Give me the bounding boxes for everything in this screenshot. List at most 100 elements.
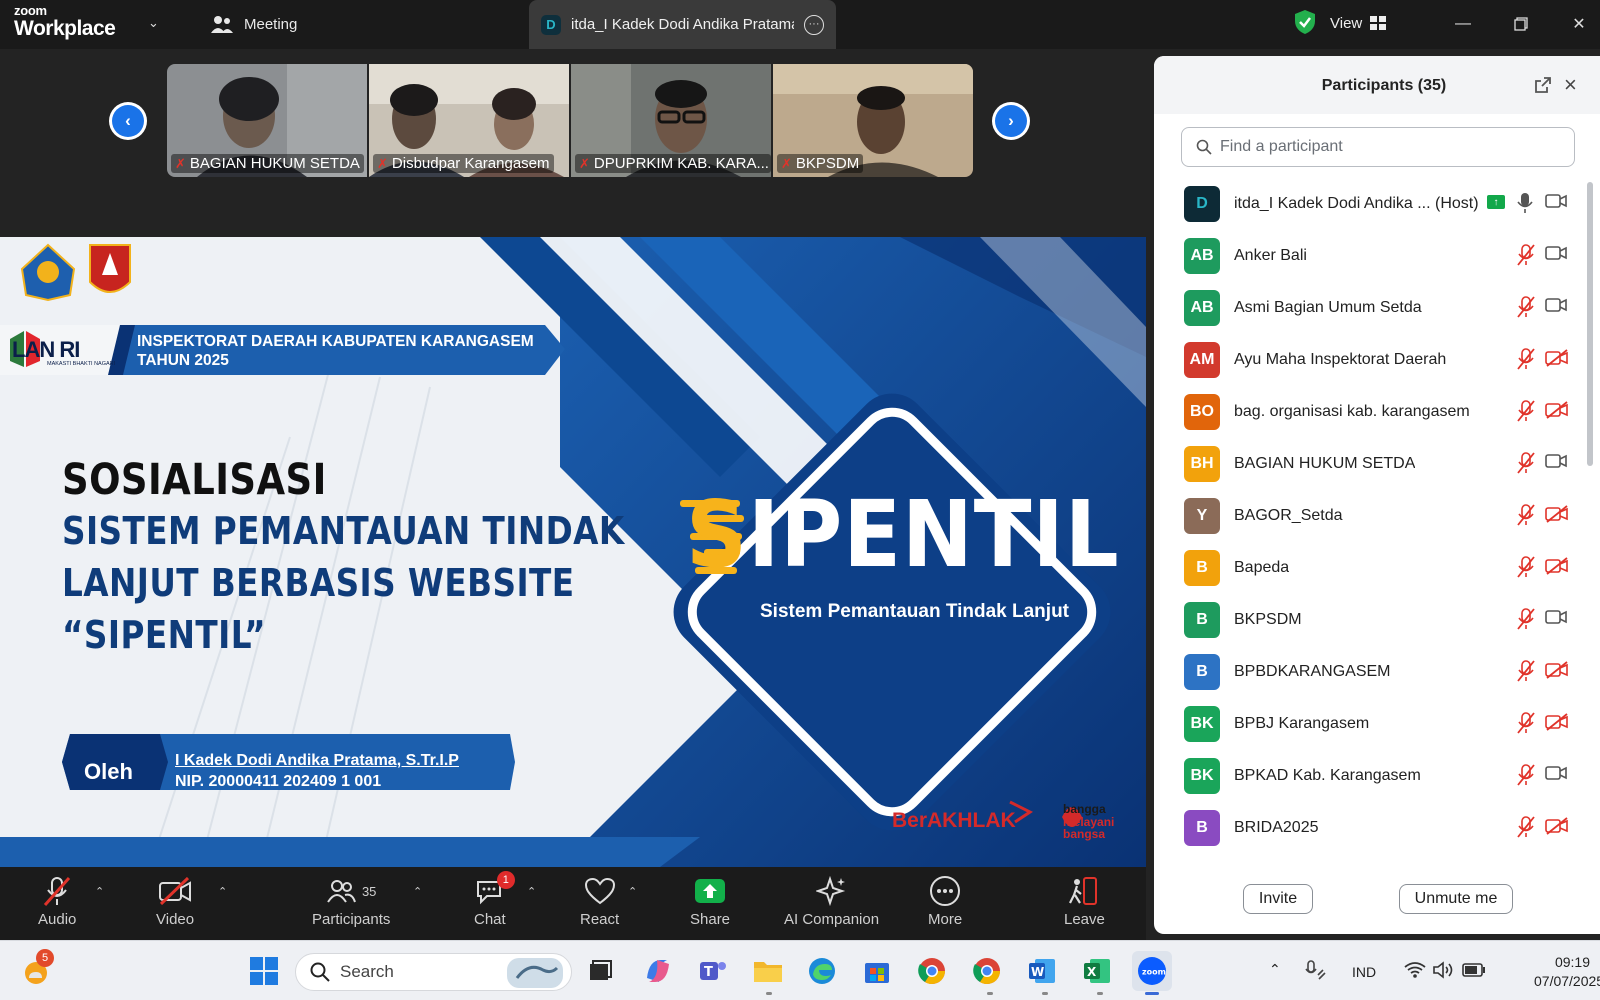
share-button[interactable]: Share [690,875,730,928]
wifi-icon[interactable] [1404,961,1426,979]
participant-row[interactable]: BK BPKAD Kab. Karangasem [1154,750,1584,802]
video-off-icon[interactable] [1545,817,1569,840]
input-language[interactable]: IND [1352,964,1376,980]
start-button[interactable] [244,951,284,991]
participant-row[interactable]: B Bapeda [1154,542,1584,594]
video-icon[interactable] [1545,297,1567,318]
tray-chevron-up-icon[interactable]: ⌃ [1269,961,1281,978]
mic-muted-icon[interactable] [1517,400,1535,427]
weather-widget[interactable]: 5 [16,949,56,991]
mic-muted-icon[interactable] [1517,660,1535,687]
mic-icon[interactable] [1517,192,1533,219]
mic-muted-icon[interactable] [1517,348,1535,375]
participants-button[interactable]: 35 Participants [312,875,390,928]
participant-row[interactable]: BO bag. organisasi kab. karangasem [1154,386,1584,438]
video-off-icon[interactable] [1545,401,1569,424]
edge-app[interactable] [802,951,842,991]
video-icon[interactable] [1545,609,1567,630]
taskbar-search-input[interactable] [340,962,490,982]
close-window-icon[interactable]: ✕ [1564,9,1594,39]
view-button[interactable]: View [1330,10,1387,36]
mic-muted-icon[interactable] [1517,504,1535,531]
chat-options-chevron-icon[interactable]: ⌃ [527,885,536,898]
participant-search-input[interactable] [1220,138,1550,156]
chrome-app-2[interactable] [967,951,1007,991]
mic-muted-icon[interactable] [1517,816,1535,843]
participant-row[interactable]: BH BAGIAN HUKUM SETDA [1154,438,1584,490]
participant-row[interactable]: B BPBDKARANGASEM [1154,646,1584,698]
system-clock[interactable]: 09:19 07/07/2025 [1534,953,1600,991]
video-off-icon[interactable] [1545,557,1569,580]
volume-icon[interactable] [1432,961,1454,979]
unmute-me-button[interactable]: Unmute me [1399,884,1513,914]
avatar: BK [1184,758,1220,794]
shield-check-icon[interactable] [1294,9,1316,35]
participant-row[interactable]: AM Ayu Maha Inspektorat Daerah [1154,334,1584,386]
participant-row[interactable]: B BKPSDM [1154,594,1584,646]
video-icon[interactable] [1545,193,1567,214]
mic-muted-icon[interactable] [1517,296,1535,323]
more-options-icon[interactable]: ··· [804,14,824,35]
excel-app[interactable]: X [1077,951,1117,991]
react-options-chevron-icon[interactable]: ⌃ [628,885,637,898]
chat-button[interactable]: 1 Chat [474,871,515,928]
chevron-down-icon[interactable]: ⌄ [148,15,159,31]
word-app[interactable]: W [1022,951,1062,991]
video-off-icon[interactable] [1545,349,1569,372]
mic-in-use-icon[interactable] [1304,959,1328,981]
more-button[interactable]: More [928,875,962,928]
video-tile[interactable]: ✗ DPUPRKIM KAB. KARA... [571,64,771,177]
participant-row[interactable]: Ditda_I Kadek Dodi Andika ... (Host) ↑ [1154,178,1584,230]
video-off-icon[interactable] [1545,713,1569,736]
zoom-app[interactable]: zoom [1132,951,1172,991]
video-options-chevron-icon[interactable]: ⌃ [218,885,227,898]
mic-muted-icon[interactable] [1517,452,1535,479]
ai-companion-button[interactable]: AI Companion [784,875,879,928]
participant-row[interactable]: AB Anker Bali [1154,230,1584,282]
video-tile[interactable]: ✗ Disbudpar Karangasem [369,64,569,177]
tab-meeting[interactable]: Meeting [210,13,297,35]
audio-button[interactable]: Audio [38,875,76,928]
zoom-workplace-logo[interactable]: zoom Workplace [14,4,116,39]
prev-page-button[interactable]: ‹ [109,102,147,140]
store-app[interactable] [857,951,897,991]
pop-out-icon[interactable] [1534,76,1552,94]
participant-row[interactable]: BK BPBJ Karangasem [1154,698,1584,750]
next-page-button[interactable]: › [992,102,1030,140]
video-icon[interactable] [1545,765,1567,786]
leave-button[interactable]: Leave [1064,875,1105,928]
taskbar-search[interactable] [295,953,572,991]
participants-options-chevron-icon[interactable]: ⌃ [413,885,422,898]
mic-muted-icon[interactable] [1517,608,1535,635]
chrome-app[interactable] [912,951,952,991]
battery-icon[interactable] [1462,963,1486,977]
close-panel-icon[interactable]: × [1564,72,1577,98]
mic-muted-icon[interactable] [1517,712,1535,739]
react-button[interactable]: React [580,875,619,928]
participant-row[interactable]: B BRIDA2025 [1154,802,1584,854]
copilot-app[interactable] [638,951,678,991]
video-icon[interactable] [1545,245,1567,266]
video-tile[interactable]: ✗ BAGIAN HUKUM SETDA [167,64,367,177]
video-off-icon[interactable] [1545,505,1569,528]
mic-muted-icon[interactable] [1517,764,1535,791]
audio-options-chevron-icon[interactable]: ⌃ [95,885,104,898]
restore-icon[interactable] [1506,9,1536,39]
video-icon[interactable] [1545,453,1567,474]
task-view-button[interactable] [580,951,620,991]
mic-muted-icon[interactable] [1517,244,1535,271]
video-button[interactable]: Video [156,875,194,928]
participant-list-scrollbar[interactable] [1586,172,1594,862]
tab-active-meeting[interactable]: D itda_I Kadek Dodi Andika Pratama ··· [529,0,836,49]
participant-row[interactable]: AB Asmi Bagian Umum Setda [1154,282,1584,334]
minimize-icon[interactable]: — [1448,9,1478,39]
invite-button[interactable]: Invite [1243,884,1313,914]
weather-badge: 5 [36,949,54,967]
scrollbar-thumb[interactable] [1587,182,1593,466]
mic-muted-icon[interactable] [1517,556,1535,583]
video-off-icon[interactable] [1545,661,1569,684]
file-explorer-app[interactable] [748,951,788,991]
participant-row[interactable]: Y BAGOR_Setda [1154,490,1584,542]
video-tile[interactable]: ✗ BKPSDM [773,64,973,177]
teams-app[interactable]: T [693,951,733,991]
